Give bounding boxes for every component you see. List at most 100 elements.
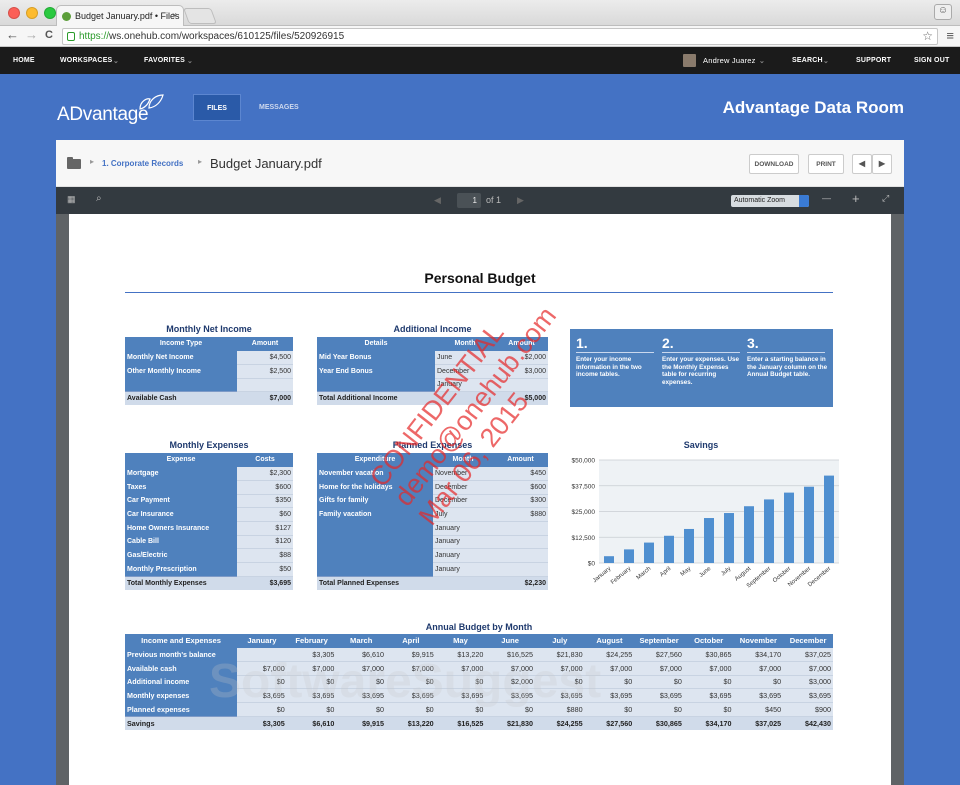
table-total-row: Total Planned Expenses $2,230	[317, 575, 548, 590]
table-header: August	[584, 634, 635, 648]
table-row: Mortgage $2,300	[125, 466, 293, 481]
table-cell: Taxes	[125, 480, 237, 495]
table-cell: $2,300	[237, 466, 293, 481]
table-cell: November	[433, 466, 493, 481]
tab-files[interactable]: FILES	[193, 94, 241, 121]
pdf-viewer[interactable]: Personal Budget Monthly Net Income Incom…	[56, 214, 904, 785]
table-cell: December	[433, 480, 493, 495]
next-file-button[interactable]: ▶	[872, 154, 892, 174]
nav-support[interactable]: SUPPORT	[856, 57, 891, 64]
back-icon[interactable]: ←	[6, 27, 19, 42]
print-button[interactable]: PRINT	[808, 154, 844, 174]
table-header-row: Income and Expenses January February March A…	[125, 634, 833, 648]
zoom-in-icon[interactable]: +	[852, 191, 860, 206]
pdf-page: Personal Budget Monthly Net Income Incom…	[69, 214, 891, 785]
table-row: January	[317, 562, 548, 577]
table-cell: $2,000	[495, 350, 548, 365]
prev-file-button[interactable]: ◀	[852, 154, 872, 174]
lock-icon	[67, 32, 75, 41]
next-page-icon[interactable]: ▶	[517, 195, 524, 206]
download-button[interactable]: DOWNLOAD	[749, 154, 799, 174]
nav-workspaces[interactable]: WORKSPACES	[60, 57, 112, 64]
table-header: Expenditure	[317, 453, 433, 467]
folder-icon[interactable]	[67, 157, 81, 169]
zoom-value: Automatic Zoom	[734, 197, 785, 204]
table-row: January	[317, 521, 548, 536]
table-total-cell: $24,255	[534, 715, 585, 730]
chart-bar	[724, 513, 734, 563]
address-bar[interactable]: https://ws.onehub.com/workspaces/610125/…	[62, 28, 938, 45]
search-icon[interactable]: ⌕	[96, 193, 102, 204]
file-panel: ▸ 1. Corporate Records ▸ Budget January.…	[56, 140, 904, 785]
reload-icon[interactable]: C	[45, 29, 53, 41]
table-cell: Gas/Electric	[125, 548, 237, 563]
table-cell	[317, 378, 435, 392]
table-total-cell: $3,695	[237, 575, 293, 590]
table-header: Expense	[125, 453, 237, 467]
table-cell	[317, 548, 433, 563]
table-total-cell: $34,170	[683, 715, 734, 730]
fullscreen-icon[interactable]: ⤢	[882, 193, 889, 204]
y-tick-label: $12,500	[572, 535, 596, 542]
logo[interactable]: ADvantage	[57, 104, 149, 126]
table-cell: $3,695	[534, 688, 585, 703]
nav-search[interactable]: SEARCH	[792, 57, 823, 64]
browser-menu-icon[interactable]: ≡	[946, 28, 954, 43]
table-cell: Monthly expenses	[125, 688, 238, 703]
table-header: December	[783, 634, 833, 648]
table-cell: $350	[237, 494, 293, 509]
table-header: Amount	[493, 453, 548, 467]
table-cell: $3,695	[286, 688, 337, 703]
chart-bar	[764, 499, 774, 563]
tab-messages[interactable]: MESSAGES	[259, 104, 299, 111]
tab-close-icon[interactable]: ×	[172, 10, 177, 20]
nav-favorites[interactable]: FAVORITES	[144, 57, 185, 64]
table-total-cell	[435, 391, 495, 406]
table-header: Details	[317, 337, 435, 351]
table-total-cell: Savings	[125, 715, 238, 730]
zoom-select[interactable]: Automatic Zoom	[731, 195, 809, 207]
table-cell: $3,000	[783, 675, 833, 690]
browser-tab[interactable]: Budget January.pdf • Files ×	[56, 5, 184, 26]
thumbnails-icon[interactable]: ▦	[67, 194, 76, 205]
nav-sign-out[interactable]: SIGN OUT	[914, 57, 949, 64]
table-cell: $450	[493, 466, 548, 481]
table-cell	[237, 378, 293, 393]
avatar[interactable]	[683, 54, 696, 67]
close-window-icon[interactable]	[8, 7, 20, 19]
table-total-row: Total Monthly Expenses $3,695	[125, 575, 293, 590]
pdf-toolbar: ▦ ⌕ ◀ 1 of 1 ▶ Automatic Zoom — + ⤢	[56, 187, 904, 214]
table-cell: $0	[584, 675, 635, 690]
table-cell: $3,695	[386, 688, 436, 703]
zoom-out-icon[interactable]: —	[822, 193, 831, 203]
bookmark-star-icon[interactable]: ☆	[922, 29, 933, 43]
tab-title: Budget January.pdf • Files	[75, 11, 180, 21]
table-row: January	[317, 548, 548, 563]
new-tab-button[interactable]	[183, 8, 217, 24]
monthly-expenses-title: Monthly Expenses	[169, 440, 249, 450]
minimize-window-icon[interactable]	[26, 7, 38, 19]
table-cell: January	[435, 378, 495, 393]
planned-expenses-table: Expenditure Month Amount November vacation N…	[317, 453, 548, 590]
profile-icon[interactable]: ☺	[934, 4, 952, 20]
table-cell: $3,695	[683, 688, 734, 703]
table-cell	[495, 378, 548, 393]
table-total-cell: $2,230	[493, 575, 548, 590]
maximize-window-icon[interactable]	[44, 7, 56, 19]
page-number-input[interactable]: 1	[457, 193, 481, 208]
nav-home[interactable]: HOME	[13, 57, 35, 64]
window-controls	[8, 7, 56, 19]
table-cell: $0	[336, 702, 387, 717]
forward-icon[interactable]: →	[25, 27, 38, 42]
table-row: Other Monthly Income $2,500	[125, 364, 293, 379]
title-divider	[125, 292, 833, 293]
chart-bar	[784, 492, 794, 563]
breadcrumb-folder-link[interactable]: 1. Corporate Records	[102, 159, 183, 168]
prev-page-icon[interactable]: ◀	[434, 195, 441, 206]
table-header: March	[336, 634, 387, 648]
table-cell: $7,000	[584, 661, 635, 676]
table-cell: Car Insurance	[125, 507, 237, 522]
table-row: Home Owners Insurance $127	[125, 521, 293, 536]
table-row: Monthly Prescription $50	[125, 562, 293, 577]
nav-user[interactable]: Andrew Juarez	[703, 56, 756, 65]
